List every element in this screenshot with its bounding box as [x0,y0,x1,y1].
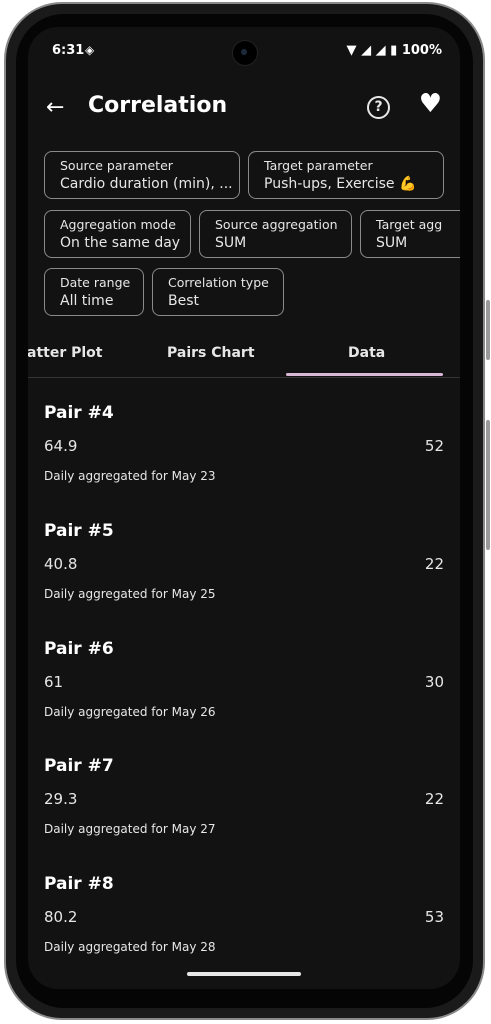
pair-title: Pair #8 [44,874,114,894]
list-item: Pair #5 40.8 22 Daily aggregated for May… [44,521,444,621]
list-item: Pair #8 80.2 53 Daily aggregated for May… [44,874,444,974]
pair-description: Daily aggregated for May 23 [44,469,216,483]
pair-source-value: 80.2 [44,908,78,926]
pair-title: Pair #7 [44,756,114,776]
pair-source-value: 29.3 [44,790,78,808]
battery-icon: ▮ [390,43,398,58]
pair-title: Pair #4 [44,403,114,423]
pair-description: Daily aggregated for May 26 [44,705,216,719]
pair-description: Daily aggregated for May 25 [44,587,216,601]
app-bar: ← Correlation ? ♥ [28,87,460,131]
home-indicator[interactable] [187,972,301,976]
chip-label: Source aggregation [215,217,338,232]
pair-target-value: 53 [424,908,444,926]
pair-source-value: 64.9 [44,437,78,455]
pair-target-value: 22 [424,790,444,808]
pair-description: Daily aggregated for May 27 [44,822,216,836]
front-camera [232,40,258,66]
target-parameter-chip[interactable]: Target parameter Push-ups, Exercise 💪 [248,151,444,199]
app-screen: 6:31 ◈ ▼ ◢ ◢ ▮ 100% ← Correlation ? ♥ So… [28,27,460,989]
back-arrow-icon[interactable]: ← [46,95,64,120]
favorite-heart-icon[interactable]: ♥ [419,89,442,119]
aggregation-mode-chip[interactable]: Aggregation mode On the same day [44,210,191,258]
list-item: Pair #4 64.9 52 Daily aggregated for May… [44,403,444,503]
source-parameter-chip[interactable]: Source parameter Cardio duration (min), … [44,151,240,199]
chip-label: Correlation type [168,275,269,290]
pair-title: Pair #6 [44,639,114,659]
pair-source-value: 40.8 [44,555,78,573]
source-aggregation-chip[interactable]: Source aggregation SUM [199,210,352,258]
correlation-type-chip[interactable]: Correlation type Best [152,268,284,316]
chip-value: Best [168,293,200,309]
battery-percent: 100% [401,43,442,58]
tab-scatter-plot[interactable]: atter Plot [28,345,102,361]
wifi-icon: ▼ [346,43,357,58]
pair-source-value: 61 [44,673,64,691]
chip-value: All time [60,293,114,309]
tab-pairs-chart[interactable]: Pairs Chart [167,345,255,361]
chip-label: Aggregation mode [60,217,176,232]
view-tabs: atter Plot Pairs Chart Data [28,337,460,378]
chip-label: Target parameter [264,158,373,173]
chip-label: Target agg [376,217,443,232]
signal-roaming-icon: ◢ [375,43,386,58]
list-item: Pair #7 29.3 22 Daily aggregated for May… [44,756,444,856]
status-icons: ▼ ◢ ◢ ▮ 100% [347,43,442,58]
chip-label: Date range [60,275,131,290]
pair-target-value: 22 [424,555,444,573]
help-icon[interactable]: ? [367,96,390,119]
chip-value: On the same day [60,235,181,251]
chip-label: Source parameter [60,158,173,173]
pair-description: Daily aggregated for May 28 [44,940,216,954]
chip-value: SUM [376,235,408,251]
pair-target-value: 52 [424,437,444,455]
volume-button [486,420,490,550]
pair-title: Pair #5 [44,521,114,541]
status-time: 6:31 [52,43,85,58]
chip-value: Push-ups, Exercise 💪 [264,176,417,192]
target-aggregation-chip[interactable]: Target agg SUM [360,210,460,258]
date-range-chip[interactable]: Date range All time [44,268,144,316]
chip-value: SUM [215,235,247,251]
location-icon: ◈ [85,43,95,57]
tab-indicator [286,373,443,376]
power-button [486,300,490,360]
page-title: Correlation [88,93,228,118]
pair-target-value: 30 [424,673,444,691]
list-item: Pair #6 61 30 Daily aggregated for May 2… [44,639,444,739]
tab-data[interactable]: Data [348,345,385,361]
signal-icon: ◢ [361,43,372,58]
chip-value: Cardio duration (min), ... [60,176,233,192]
